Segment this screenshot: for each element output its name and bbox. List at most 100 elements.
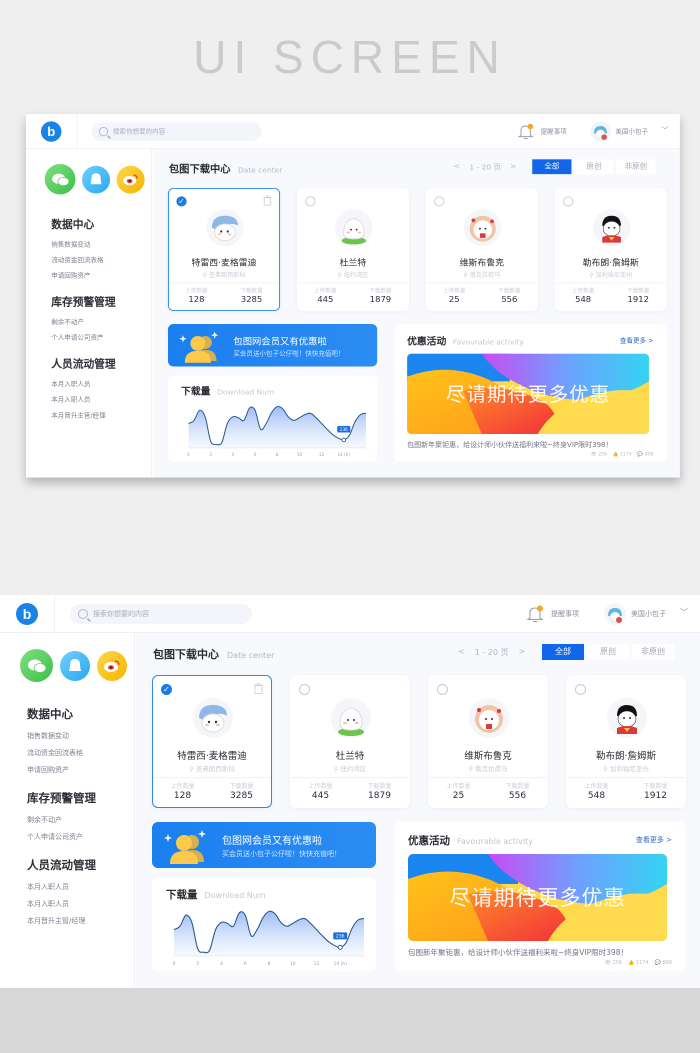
download-label: 下载数量 <box>627 287 650 295</box>
search-input[interactable] <box>93 610 243 618</box>
user-avatar[interactable] <box>590 121 611 142</box>
checkbox[interactable] <box>299 684 310 695</box>
trash-icon[interactable] <box>254 683 263 694</box>
tab-all[interactable]: 全部 <box>532 159 572 175</box>
user-card[interactable]: 维斯布鲁克 ⚲ 俄克拉荷马 上传数量 25 下载数量 556 <box>425 188 538 312</box>
search-icon <box>98 126 109 137</box>
x-tick-label: 8 <box>276 452 279 457</box>
checkbox[interactable] <box>305 196 316 207</box>
reminder-label[interactable]: 提醒事项 <box>551 609 579 619</box>
sidebar-item[interactable]: 本月入职人员 <box>51 395 115 411</box>
likes-count[interactable]: 👍 1174 <box>613 452 632 458</box>
reminder-label[interactable]: 提醒事项 <box>541 127 567 136</box>
checkbox[interactable] <box>434 196 445 207</box>
sidebar-item[interactable]: 本月晋升主管/经理 <box>51 411 115 427</box>
activity-banner[interactable]: 尽请期待更多优惠 <box>407 353 649 435</box>
tab-non-original[interactable]: 非原创 <box>632 644 674 660</box>
sidebar-item[interactable]: 个人申请公司资产 <box>27 832 96 849</box>
qq-icon[interactable] <box>82 165 111 194</box>
user-card[interactable]: 杜兰特 ⚲ 纽约湾区 上传数量 445 下载数量 1879 <box>296 188 409 312</box>
promo-banner[interactable]: 包图网会员又有优惠啦 买会员送小包子公仔啦！快快充值吧！ <box>152 822 376 868</box>
pager-prev-button[interactable]: < <box>458 647 465 658</box>
avatar <box>193 698 233 738</box>
upload-count: 445 <box>311 791 330 801</box>
weibo-icon[interactable] <box>97 651 127 681</box>
sidebar-item[interactable]: 流动资金回流表格 <box>51 256 103 272</box>
user-name[interactable]: 美国小包子 <box>631 609 666 619</box>
highlight-point[interactable] <box>337 944 343 950</box>
x-tick-label: 4 <box>220 961 223 967</box>
comments-count[interactable]: 💬 898 <box>637 452 653 458</box>
download-label: 下载数量 <box>505 783 530 790</box>
user-avatar[interactable] <box>604 603 626 625</box>
wechat-icon[interactable] <box>20 649 53 682</box>
highlight-point[interactable] <box>341 437 347 443</box>
section-title: 包图下载中心 Date center <box>153 646 274 662</box>
comments-count[interactable]: 💬 898 <box>655 960 672 966</box>
logo-icon[interactable]: b <box>16 603 38 625</box>
activity-description: 包图新年聚钜惠，给设计师小伙伴送福利来啦~终身VIP限时398！ <box>407 440 613 449</box>
checkbox-checked[interactable]: ✓ <box>176 196 187 207</box>
search-box[interactable] <box>70 604 252 624</box>
checkbox[interactable] <box>437 684 448 695</box>
sidebar-group-title: 人员流动管理 <box>51 357 116 371</box>
pager: < 1 - 20 页 > <box>454 162 517 172</box>
sidebar-item[interactable]: 本月入职人员 <box>27 899 96 916</box>
x-tick-label: 6 <box>254 452 257 457</box>
pager-prev-button[interactable]: < <box>454 162 460 172</box>
bell-icon[interactable] <box>526 605 544 623</box>
download-label: 下载数量 <box>498 287 521 295</box>
search-box[interactable] <box>91 122 262 141</box>
sidebar-item[interactable]: 剩余不动产 <box>51 318 115 334</box>
logo-icon[interactable]: b <box>40 121 62 142</box>
upload-label: 上传数量 <box>571 287 595 295</box>
sidebar-item[interactable]: 本月入职人员 <box>51 379 115 395</box>
user-card[interactable]: 勒布朗·詹姆斯 ⚲ 加利福尼亚州 上传数量 548 下载数量 1912 <box>554 188 667 312</box>
search-input[interactable] <box>112 127 253 136</box>
user-card[interactable]: ✓ 特雷西·麦格雷迪 ⚲ 圣弗朗西斯科 上传数量 128 下载数量 3285 <box>167 188 281 312</box>
user-card[interactable]: 勒布朗·詹姆斯 ⚲ 加利福尼亚州 上传数量 548 下载数量 1912 <box>566 675 686 808</box>
x-tick-label: 12 <box>319 452 325 457</box>
card-location-text: 加利福尼亚州 <box>609 765 649 773</box>
sidebar-item[interactable]: 本月晋升主管/经理 <box>27 916 96 933</box>
x-tick-label: 2 <box>209 452 212 457</box>
view-more-link[interactable]: 查看更多 > <box>620 336 654 345</box>
weibo-icon[interactable] <box>116 165 145 194</box>
checkbox[interactable] <box>563 196 574 207</box>
checkbox[interactable] <box>575 684 586 695</box>
tab-non-original[interactable]: 非原创 <box>616 159 656 175</box>
filter-tabs: 全部 原创 非原创 <box>532 159 656 175</box>
chevron-down-icon[interactable]: ﹀ <box>680 607 688 618</box>
avatar <box>206 209 244 247</box>
tab-all[interactable]: 全部 <box>542 644 584 660</box>
main-content: 包图下载中心 Date center < 1 - 20 页 > 全部 原创 非原… <box>136 633 700 988</box>
chevron-down-icon[interactable]: ﹀ <box>661 125 668 135</box>
checkbox-checked[interactable]: ✓ <box>161 684 172 695</box>
activity-banner[interactable]: 尽请期待更多优惠 <box>408 854 667 941</box>
sidebar-item[interactable]: 销售数据变动 <box>27 731 83 748</box>
likes-count[interactable]: 👍 1174 <box>628 960 649 966</box>
trash-icon[interactable] <box>263 195 272 206</box>
user-card[interactable]: 杜兰特 ⚲ 纽约湾区 上传数量 445 下载数量 1879 <box>290 675 410 808</box>
qq-icon[interactable] <box>60 651 90 681</box>
tab-original[interactable]: 原创 <box>574 159 614 175</box>
sidebar-item[interactable]: 流动资金回流表格 <box>27 748 83 765</box>
sidebar-item[interactable]: 本月入职人员 <box>27 882 96 899</box>
pager-next-button[interactable]: > <box>510 162 516 172</box>
bell-icon[interactable] <box>517 123 534 140</box>
view-more-link[interactable]: 查看更多 > <box>636 835 672 845</box>
sidebar-item[interactable]: 销售数据变动 <box>51 240 103 256</box>
sidebar-item[interactable]: 申请回购资产 <box>51 271 103 287</box>
user-card[interactable]: ✓ 特雷西·麦格雷迪 ⚲ 圣弗朗西斯科 上传数量 128 下载数量 3285 <box>152 675 272 808</box>
sidebar-item[interactable]: 个人申请公司资产 <box>51 333 115 349</box>
promo-banner[interactable]: 包图网会员又有优惠啦 买会员送小包子公仔啦！快快充值吧！ <box>167 323 378 367</box>
sidebar-item[interactable]: 剩余不动产 <box>27 815 96 832</box>
tab-original[interactable]: 原创 <box>587 644 629 660</box>
pager-next-button[interactable]: > <box>519 647 526 658</box>
wechat-icon[interactable] <box>44 163 76 195</box>
user-cards: ✓ 特雷西·麦格雷迪 ⚲ 圣弗朗西斯科 上传数量 128 下载数量 3285 杜兰特 <box>167 188 667 312</box>
sidebar-item[interactable]: 申请回购资产 <box>27 765 83 782</box>
card-stats: 上传数量 548 下载数量 1912 <box>555 282 666 310</box>
user-name[interactable]: 美国小包子 <box>615 127 648 136</box>
user-card[interactable]: 维斯布鲁克 ⚲ 俄克拉荷马 上传数量 25 下载数量 556 <box>428 675 548 808</box>
